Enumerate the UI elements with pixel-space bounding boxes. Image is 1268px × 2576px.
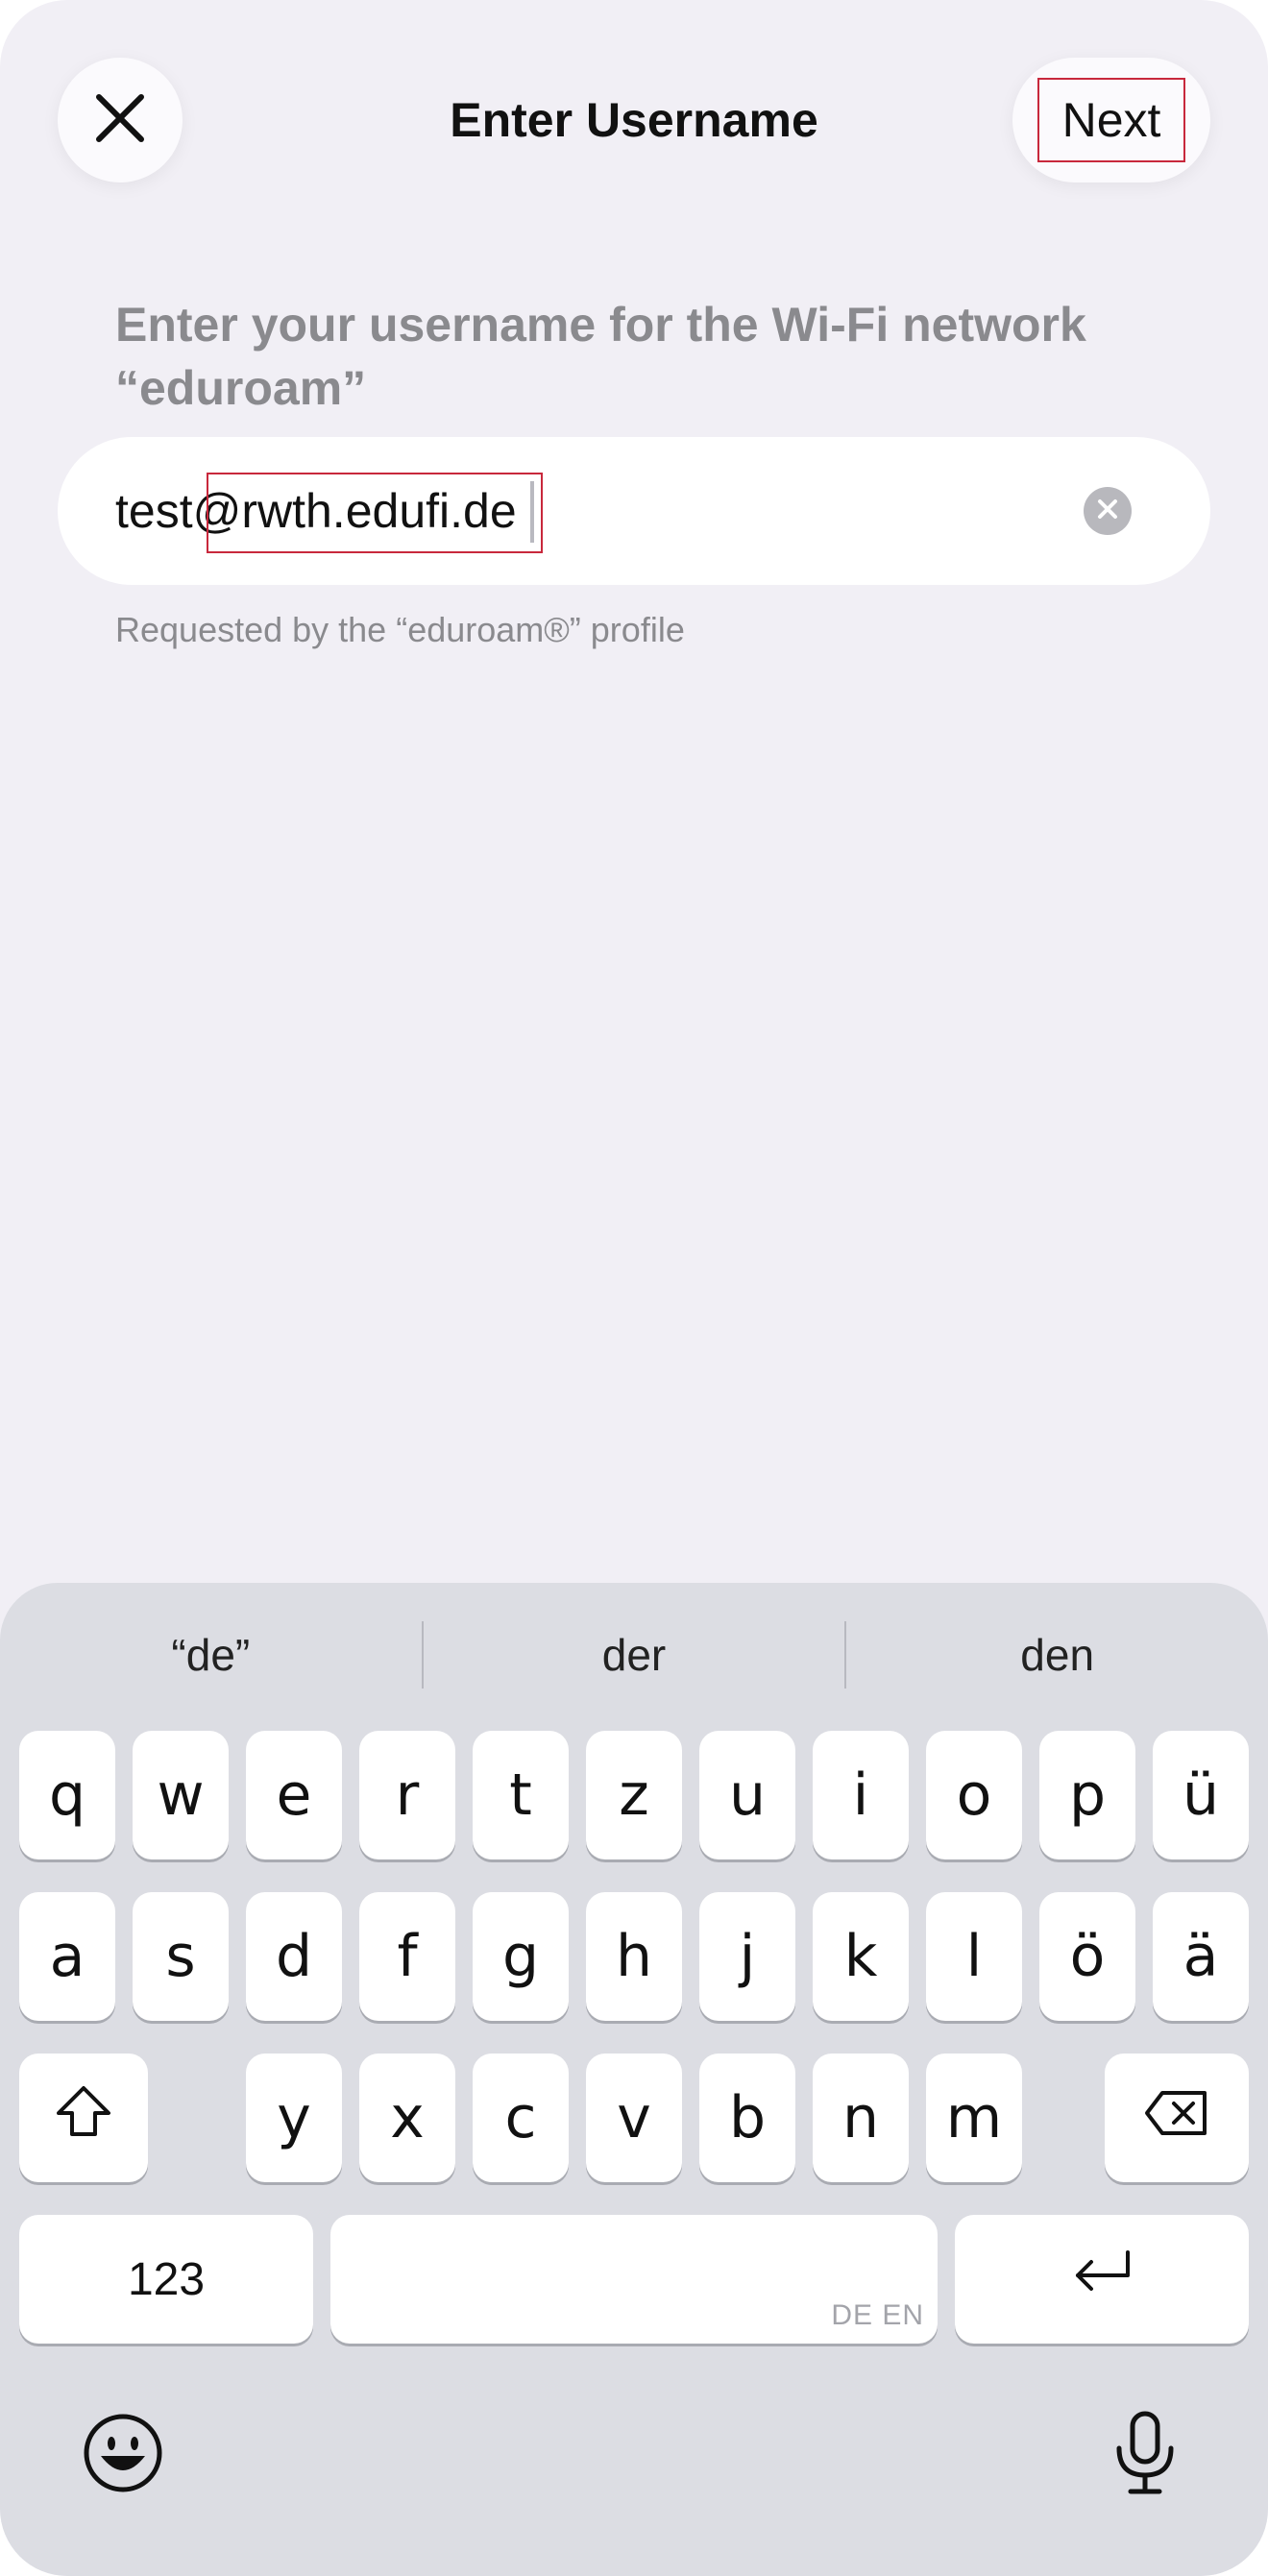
shift-icon (53, 2082, 114, 2154)
screen: Enter Username Next Enter your username … (0, 0, 1268, 2576)
key-q[interactable]: q (19, 1731, 115, 1859)
key-a-umlaut[interactable]: ä (1153, 1892, 1249, 2021)
key-s[interactable]: s (133, 1892, 229, 2021)
key-t[interactable]: t (473, 1731, 569, 1859)
key-c[interactable]: c (473, 2054, 569, 2182)
keyboard: “de” der den q w e r t z u i o p ü a s d… (0, 1583, 1268, 2576)
key-g[interactable]: g (473, 1892, 569, 2021)
suggestion-item[interactable]: der (424, 1583, 845, 1727)
key-o-umlaut[interactable]: ö (1039, 1892, 1135, 2021)
suggestion-item[interactable]: den (846, 1583, 1268, 1727)
space-key[interactable]: DE EN (330, 2215, 938, 2344)
emoji-icon (82, 2412, 164, 2499)
numbers-key[interactable]: 123 (19, 2215, 313, 2344)
key-o[interactable]: o (926, 1731, 1022, 1859)
return-key[interactable] (955, 2215, 1249, 2344)
key-d[interactable]: d (246, 1892, 342, 2021)
key-e[interactable]: e (246, 1731, 342, 1859)
key-f[interactable]: f (359, 1892, 455, 2021)
next-button[interactable]: Next (1012, 58, 1210, 182)
shift-key[interactable] (19, 2054, 148, 2182)
suggestion-bar: “de” der den (0, 1583, 1268, 1727)
key-m[interactable]: m (926, 2054, 1022, 2182)
key-k[interactable]: k (813, 1892, 909, 2021)
emoji-button[interactable] (77, 2409, 169, 2501)
clear-text-button[interactable] (1084, 487, 1132, 535)
delete-icon (1143, 2084, 1210, 2151)
key-j[interactable]: j (699, 1892, 795, 2021)
key-w[interactable]: w (133, 1731, 229, 1859)
key-r[interactable]: r (359, 1731, 455, 1859)
key-z[interactable]: z (586, 1731, 682, 1859)
key-l[interactable]: l (926, 1892, 1022, 2021)
next-button-label: Next (1036, 78, 1186, 162)
key-v[interactable]: v (586, 2054, 682, 2182)
key-y[interactable]: y (246, 2054, 342, 2182)
return-icon (1068, 2246, 1135, 2313)
microphone-icon (1111, 2410, 1179, 2501)
username-input[interactable] (115, 437, 1076, 585)
space-language-indicator: DE EN (831, 2299, 924, 2331)
key-i[interactable]: i (813, 1731, 909, 1859)
profile-hint: Requested by the “eduroam®” profile (115, 610, 685, 649)
key-u[interactable]: u (699, 1731, 795, 1859)
username-prompt: Enter your username for the Wi-Fi networ… (115, 298, 1086, 415)
delete-key[interactable] (1105, 2054, 1249, 2182)
clear-x-icon (1097, 498, 1118, 524)
key-n[interactable]: n (813, 2054, 909, 2182)
username-field-container (58, 437, 1210, 585)
key-h[interactable]: h (586, 1892, 682, 2021)
dictation-button[interactable] (1099, 2409, 1191, 2501)
key-x[interactable]: x (359, 2054, 455, 2182)
key-a[interactable]: a (19, 1892, 115, 2021)
key-p[interactable]: p (1039, 1731, 1135, 1859)
key-u-umlaut[interactable]: ü (1153, 1731, 1249, 1859)
key-b[interactable]: b (699, 2054, 795, 2182)
suggestion-item[interactable]: “de” (0, 1583, 422, 1727)
